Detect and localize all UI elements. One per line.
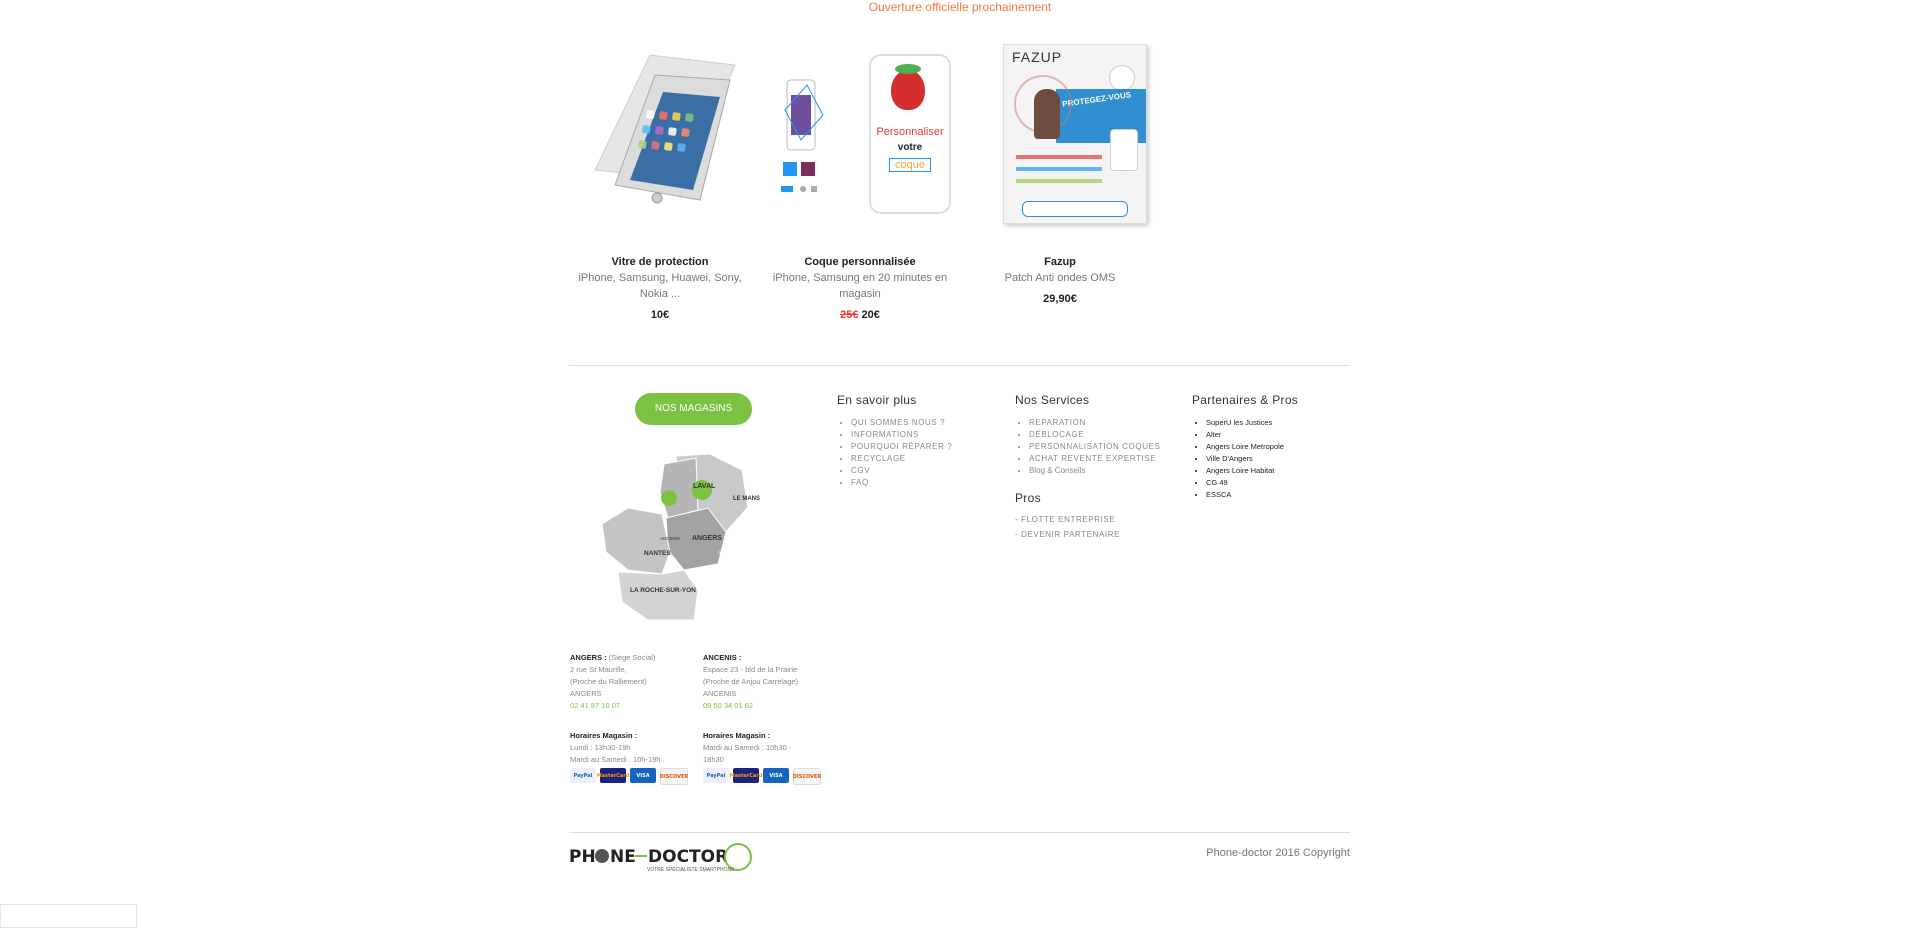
paypal-icon: PayPal [570,768,596,783]
footer-link[interactable]: PERSONNALISATION COQUES [1029,441,1185,453]
price-value: 29,90€ [1043,293,1077,305]
old-price: 25€ [840,309,859,321]
discover-icon: DISCOVER [660,768,688,785]
footer-link[interactable]: - DEVENIR PARTENAIRE [1015,530,1185,539]
discover-icon: DISCOVER [793,768,821,785]
product-card-fazup[interactable]: FAZUP PROTEGEZ-VOUS Fazup Patch Anti ond… [970,40,1150,305]
map-label-ancenis: ANCENIS [660,536,680,541]
store-phone[interactable]: 02 41 87 10 07 [570,700,690,712]
product-description: iPhone, Samsung, Huawei, Sony, Nokia ... [578,272,742,300]
price-value: 10€ [650,309,670,321]
strawberry-icon [891,70,925,110]
footer-links: QUI SOMMES NOUS ? INFORMATIONS POURQUOI … [837,417,997,489]
mastercard-icon: MasterCard [597,768,629,783]
footer-heading: Partenaires & Pros [1192,393,1299,407]
product-price: 25€ 20€ [770,309,950,321]
opening-notice: Ouverture officielle prochainement [868,0,1052,14]
section-divider [569,365,1350,366]
footer-col-services: Nos Services REPARATION DÉBLOCAGE PERSON… [1015,393,1185,539]
footer-divider [569,832,1350,833]
visa-icon: VISA [763,768,789,783]
editor-preview-icon [781,79,824,192]
store-city: ANCENIS : [703,653,742,662]
leaf-icon [895,64,921,74]
region-map[interactable]: LAVAL LE MANS ANCENIS ANGERS NANTES SAUM… [598,452,780,624]
product-card-screen-protector[interactable]: Vitre de protection iPhone, Samsung, Hua… [570,40,750,321]
product-name[interactable]: Vitre de protection [570,256,750,268]
footer-link[interactable]: SuperU les Justices [1206,417,1352,429]
footer-link[interactable]: ACHAT REVENTE EXPERTISE [1029,453,1185,465]
footer-links: REPARATION DÉBLOCAGE PERSONNALISATION CO… [1015,417,1185,477]
visa-icon: VISA [630,768,656,783]
footer-link[interactable]: Alter [1206,429,1352,441]
footer-link[interactable]: FAQ [851,477,997,489]
bottom-left-input[interactable] [0,904,137,928]
case-text-line2: votre [897,142,923,153]
footer-col-partners: Partenaires & Pros SuperU les Justices A… [1192,393,1352,501]
footer-link[interactable]: POURQUOI RÉPARER ? [851,441,997,453]
footer-link[interactable]: ESSCA [1206,489,1352,501]
pulse-line-icon [635,855,647,857]
map-label-le-mans: LE MANS [733,496,760,502]
fazup-brand: FAZUP [1012,49,1063,65]
product-description: Patch Anti ondes OMS [1004,272,1116,284]
footer-link[interactable]: CGV [851,465,997,477]
product-price: 10€ [570,309,750,321]
footer-link[interactable]: DÉBLOCAGE [1029,429,1185,441]
store-phone[interactable]: 09 50 34 01 62 [703,700,823,712]
store-city: ANGERS : [570,653,607,662]
map-label-angers: ANGERS [692,535,722,542]
footer-link[interactable]: REPARATION [1029,417,1185,429]
footer-link[interactable]: CG 49 [1206,477,1352,489]
payment-cards-angers: PayPal MasterCard VISA DISCOVER [570,768,688,785]
product-name[interactable]: Fazup [970,256,1150,268]
product-description: iPhone, Samsung en 20 minutes en magasin [772,272,948,300]
product-card-custom-case[interactable]: Personnaliser votre coque Coque personna… [770,40,951,321]
footer-link[interactable]: RECYCLAGE [851,453,997,465]
product-image-screen-protector[interactable] [585,40,736,230]
store-angers: ANGERS : (Siege Social) 2 rue St Maurill… [570,652,690,766]
patch-icon [1110,129,1138,171]
paypal-icon: PayPal [703,768,729,783]
copyright: Phone-doctor 2016 Copyright [1206,847,1350,859]
product-name[interactable]: Coque personnalisée [770,256,950,268]
footer-heading: En savoir plus [837,393,917,407]
price-value: 20€ [861,309,880,321]
footer-link[interactable]: Angers Loire Habitat [1206,465,1352,477]
mastercard-icon: MasterCard [730,768,762,783]
product-price: 29,90€ [970,293,1150,305]
footer-link[interactable]: - FLOTTE ENTREPRISE [1015,515,1185,524]
case-text-line1: Personnaliser [876,126,944,138]
footer-link[interactable]: INFORMATIONS [851,429,997,441]
map-label-saumur: SAUMUR [718,550,735,555]
footer-links: SuperU les Justices Alter Angers Loire M… [1192,417,1352,501]
case-text-line3: coque [889,158,931,172]
phone-glass-icon [594,54,736,204]
phone-doctor-logo[interactable]: PH NE DOCTOR VOTRE SPÉCIALISTE SMARTPHON… [569,843,754,875]
badge-icon [1109,65,1135,91]
stores-button[interactable]: NOS MAGASINS [635,393,752,425]
map-label-laval: LAVAL [693,483,716,490]
payment-cards-ancenis: PayPal MasterCard VISA DISCOVER [703,768,821,785]
fazup-box: FAZUP PROTEGEZ-VOUS [1003,44,1147,224]
product-image-custom-case[interactable]: Personnaliser votre coque [775,40,951,230]
product-image-fazup[interactable]: FAZUP PROTEGEZ-VOUS [985,40,1147,230]
map-label-la-roche: LA ROCHE-SUR-YON [630,587,696,594]
footer-link[interactable]: Blog & Conseils [1029,465,1185,477]
person-icon [1034,89,1060,139]
footer-link[interactable]: Ville D'Angers [1206,453,1352,465]
footer-col-learn-more: En savoir plus QUI SOMMES NOUS ? INFORMA… [837,393,997,489]
gear-icon [595,849,609,863]
footer-link[interactable]: QUI SOMMES NOUS ? [851,417,997,429]
phone-case-preview: Personnaliser votre coque [869,54,951,214]
footer-heading: Nos Services [1015,393,1090,407]
footer-heading-pros: Pros [1015,491,1041,505]
footer-link[interactable]: Angers Loire Metropole [1206,441,1352,453]
map-label-nantes: NANTES [644,550,671,557]
store-ancenis: ANCENIS : Espace 23 - bld de la Prairie … [703,652,823,766]
